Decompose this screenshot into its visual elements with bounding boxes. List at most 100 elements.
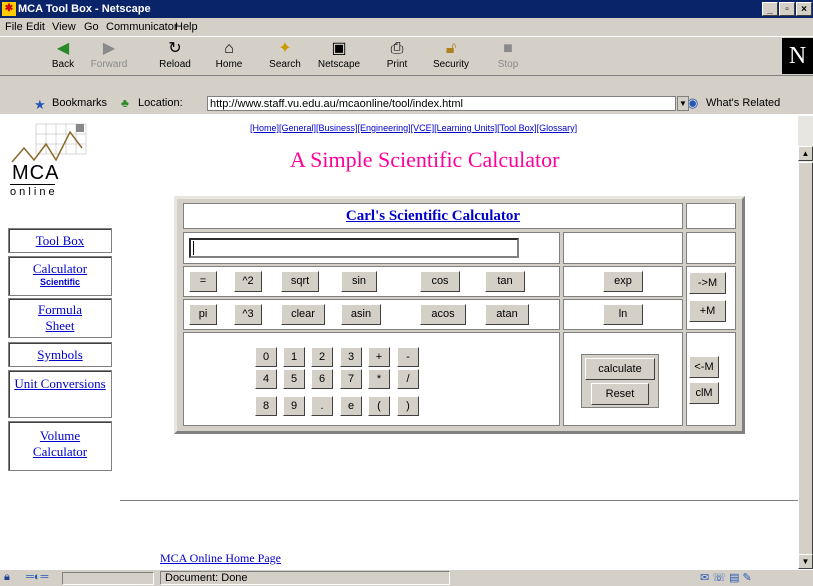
cube-button[interactable]: ^3 xyxy=(234,304,262,325)
stop-button[interactable]: ■ Stop xyxy=(485,39,531,75)
sidebar-item-label: Unit Conversions xyxy=(14,376,106,391)
netscape-label: Netscape xyxy=(317,59,361,70)
calculator-display[interactable] xyxy=(189,238,519,258)
back-arrow-icon: ◀ xyxy=(56,40,70,57)
key-decimal-button[interactable]: . xyxy=(311,396,333,416)
netscape-logo[interactable]: N xyxy=(782,38,813,74)
menu-bar: File Edit View Go Communicator Help xyxy=(0,18,813,36)
key-8-button[interactable]: 8 xyxy=(255,396,277,416)
key-1-button[interactable]: 1 xyxy=(283,347,305,367)
calculator-title[interactable]: Carl's Scientific Calculator xyxy=(184,204,682,228)
memory-add-button[interactable]: +M xyxy=(689,300,726,322)
search-button[interactable]: ✦ Search xyxy=(262,39,308,75)
back-button[interactable]: ◀ Back xyxy=(40,39,86,75)
key-0-button[interactable]: 0 xyxy=(255,347,277,367)
memory-recall-button[interactable]: <-M xyxy=(689,356,719,378)
pi-button[interactable]: pi xyxy=(189,304,217,325)
lock-icon: 🔓︎ xyxy=(445,40,457,57)
netscape-button[interactable]: ▣ Netscape xyxy=(316,39,362,75)
search-icon: ✦ xyxy=(278,40,292,57)
menu-view[interactable]: View xyxy=(52,18,76,36)
menu-edit[interactable]: Edit xyxy=(26,18,45,36)
key-divide-button[interactable]: / xyxy=(397,369,419,389)
clear-button[interactable]: clear xyxy=(281,304,325,325)
tan-button[interactable]: tan xyxy=(485,271,525,292)
home-label: Home xyxy=(215,59,243,70)
sin-button[interactable]: sin xyxy=(341,271,377,292)
print-icon: ⎙ xyxy=(390,40,404,57)
reload-button[interactable]: ↻ Reload xyxy=(152,39,198,75)
reset-button[interactable]: Reset xyxy=(591,383,649,405)
asin-button[interactable]: asin xyxy=(341,304,381,325)
exp-button[interactable]: exp xyxy=(603,271,643,292)
location-label: Location: xyxy=(138,97,183,109)
home-button[interactable]: ⌂ Home xyxy=(206,39,252,75)
whats-related-button[interactable]: What's Related xyxy=(706,97,780,109)
progress-bar xyxy=(62,572,154,585)
print-button[interactable]: ⎙ Print xyxy=(374,39,420,75)
key-9-button[interactable]: 9 xyxy=(283,396,305,416)
memory-clear-button[interactable]: clM xyxy=(689,382,719,404)
menu-help[interactable]: Help xyxy=(175,18,198,36)
key-6-button[interactable]: 6 xyxy=(311,369,333,389)
forward-button[interactable]: ▶ Forward xyxy=(86,39,132,75)
security-button[interactable]: 🔓︎ Security xyxy=(428,39,474,75)
sidebar-item-volume-calculator[interactable]: Volume Calculator xyxy=(8,421,112,471)
mca-logo[interactable]: MCA o n l i n e xyxy=(10,120,90,202)
reload-label: Reload xyxy=(159,59,191,70)
sidebar-item-tool-box[interactable]: Tool Box xyxy=(8,228,112,253)
key-plus-button[interactable]: + xyxy=(368,347,390,367)
forward-label: Forward xyxy=(90,59,128,70)
equals-button[interactable]: = xyxy=(189,271,217,292)
maximize-button[interactable]: ▫ xyxy=(779,2,795,16)
close-button[interactable]: × xyxy=(796,2,812,16)
key-minus-button[interactable]: - xyxy=(397,347,419,367)
logo-text: MCA xyxy=(12,162,60,184)
key-5-button[interactable]: 5 xyxy=(283,369,305,389)
sidebar-item-calculator[interactable]: Calculator Scientific xyxy=(8,256,112,296)
menu-communicator[interactable]: Communicator xyxy=(106,18,178,36)
window-title: MCA Tool Box - Netscape xyxy=(18,3,151,15)
square-button[interactable]: ^2 xyxy=(234,271,262,292)
acos-button[interactable]: acos xyxy=(420,304,466,325)
scroll-up-icon[interactable]: ▲ xyxy=(798,146,813,161)
component-bar-icon[interactable]: ✉ ☏ ▤ ✎ xyxy=(700,571,752,584)
print-label: Print xyxy=(386,59,408,70)
sidebar-item-formula-sheet[interactable]: Formula Sheet xyxy=(8,298,112,338)
vertical-scrollbar[interactable]: ▲ ▼ xyxy=(798,116,813,569)
top-nav-text[interactable]: [Home][General][Business][Engineering][V… xyxy=(250,123,577,133)
top-navigation-links[interactable]: [Home][General][Business][Engineering][V… xyxy=(250,123,577,133)
window-titlebar: ✱ MCA Tool Box - Netscape _ ▫ × xyxy=(0,0,813,18)
ln-button[interactable]: ln xyxy=(603,304,643,325)
scroll-thumb[interactable] xyxy=(798,162,813,556)
key-3-button[interactable]: 3 xyxy=(340,347,362,367)
cos-button[interactable]: cos xyxy=(420,271,460,292)
sidebar-item-unit-conversions[interactable]: Unit Conversions xyxy=(8,370,112,418)
key-4-button[interactable]: 4 xyxy=(255,369,277,389)
security-status-icon[interactable]: 🔒︎ xyxy=(4,571,10,584)
url-input[interactable]: http://www.staff.vu.edu.au/mcaonline/too… xyxy=(207,96,676,111)
key-e-button[interactable]: e xyxy=(340,396,362,416)
sidebar-item-label: Symbols xyxy=(37,347,83,362)
key-7-button[interactable]: 7 xyxy=(340,369,362,389)
sidebar-item-symbols[interactable]: Symbols xyxy=(8,342,112,367)
connection-status-icon: ═◐═ xyxy=(26,571,49,583)
menu-go[interactable]: Go xyxy=(84,18,99,36)
home-page-link[interactable]: MCA Online Home Page xyxy=(160,551,281,566)
calculate-button[interactable]: calculate xyxy=(585,358,655,380)
key-2-button[interactable]: 2 xyxy=(311,347,333,367)
key-multiply-button[interactable]: * xyxy=(368,369,390,389)
bookmarks-button[interactable]: Bookmarks xyxy=(52,97,107,109)
netscape-app-icon: ✱ xyxy=(2,2,16,16)
sidebar-item-sublabel: Scientific xyxy=(39,277,80,287)
scroll-down-icon[interactable]: ▼ xyxy=(798,554,813,569)
url-dropdown-icon[interactable]: ▼ xyxy=(677,96,689,111)
atan-button[interactable]: atan xyxy=(485,304,529,325)
display-side-cell xyxy=(563,232,683,264)
key-close-paren-button[interactable]: ) xyxy=(397,396,419,416)
minimize-button[interactable]: _ xyxy=(762,2,778,16)
memory-store-button[interactable]: ->M xyxy=(689,272,726,294)
key-open-paren-button[interactable]: ( xyxy=(368,396,390,416)
menu-file[interactable]: File xyxy=(5,18,23,36)
sqrt-button[interactable]: sqrt xyxy=(281,271,319,292)
